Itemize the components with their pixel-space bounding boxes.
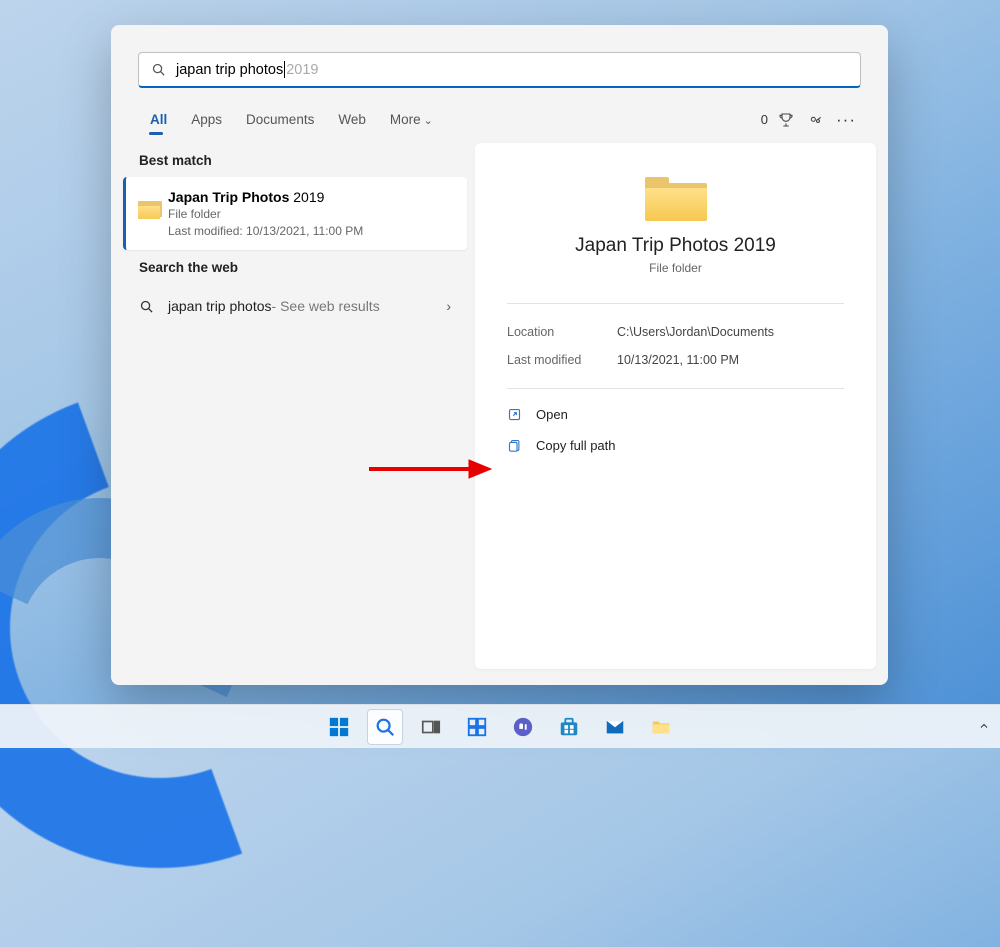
- start-button[interactable]: [321, 709, 357, 745]
- tab-all[interactable]: All: [138, 104, 179, 135]
- divider: [507, 303, 844, 304]
- preview-last-modified: Last modified 10/13/2021, 11:00 PM: [507, 346, 844, 374]
- copy-icon: [507, 438, 522, 453]
- best-match-title: Japan Trip Photos 2019: [168, 189, 453, 205]
- best-match-result[interactable]: Japan Trip Photos 2019 File folder Last …: [123, 177, 467, 250]
- preview-type: File folder: [507, 261, 844, 275]
- folder-icon: [645, 177, 707, 221]
- chat-button[interactable]: [505, 709, 541, 745]
- tab-apps[interactable]: Apps: [179, 104, 234, 135]
- mail-button[interactable]: [597, 709, 633, 745]
- tab-documents[interactable]: Documents: [234, 104, 326, 135]
- search-web-query: japan trip photos: [168, 298, 272, 314]
- rewards-icon[interactable]: [771, 112, 801, 128]
- search-suggestion-text: 2019: [286, 62, 318, 78]
- preview-pane: Japan Trip Photos 2019 File folder Locat…: [475, 143, 876, 669]
- results-column: Best match Japan Trip Photos 2019 File f…: [123, 143, 467, 669]
- search-web-suffix: - See web results: [272, 298, 380, 314]
- text-cursor: [284, 61, 285, 78]
- rewards-points: 0: [761, 112, 768, 127]
- more-options-button[interactable]: ···: [831, 110, 861, 130]
- search-web-result[interactable]: japan trip photos - See web results ›: [123, 284, 467, 328]
- chevron-right-icon: ›: [446, 298, 451, 314]
- search-typed-text: japan trip photos: [176, 62, 283, 78]
- best-match-meta: Last modified: 10/13/2021, 11:00 PM: [168, 224, 453, 238]
- chevron-up-icon: [978, 720, 990, 732]
- task-view-button[interactable]: [413, 709, 449, 745]
- file-explorer-button[interactable]: [643, 709, 679, 745]
- search-input[interactable]: japan trip photos 2019: [138, 52, 861, 88]
- start-search-panel: japan trip photos 2019 All Apps Document…: [111, 25, 888, 685]
- search-web-heading: Search the web: [123, 250, 467, 284]
- taskbar: [0, 704, 1000, 748]
- search-icon: [139, 299, 154, 314]
- folder-icon: [138, 201, 160, 219]
- copy-path-action[interactable]: Copy full path: [507, 430, 844, 461]
- search-icon: [151, 62, 166, 77]
- best-match-heading: Best match: [123, 143, 467, 177]
- microsoft-store-button[interactable]: [551, 709, 587, 745]
- widgets-button[interactable]: [459, 709, 495, 745]
- best-match-type: File folder: [168, 207, 453, 221]
- tab-web[interactable]: Web: [326, 104, 378, 135]
- search-filter-tabs: All Apps Documents Web More⌄ 0 ···: [111, 104, 888, 135]
- open-action[interactable]: Open: [507, 399, 844, 430]
- taskbar-search-button[interactable]: [367, 709, 403, 745]
- open-icon: [507, 407, 522, 422]
- divider: [507, 388, 844, 389]
- preview-location: Location C:\Users\Jordan\Documents: [507, 318, 844, 346]
- tab-more[interactable]: More⌄: [378, 104, 445, 135]
- system-tray[interactable]: [978, 704, 990, 748]
- options-flyout-icon[interactable]: [801, 112, 831, 128]
- preview-title: Japan Trip Photos 2019: [507, 235, 844, 257]
